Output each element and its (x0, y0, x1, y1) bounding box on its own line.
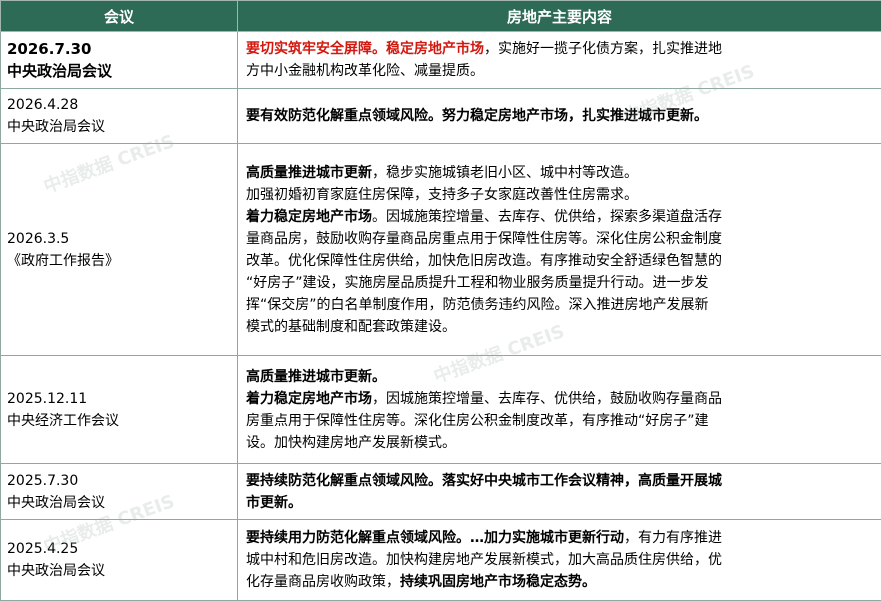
content-text: ，有力有序推进 (624, 530, 722, 546)
content-text: 化存量商品房收购政策， (246, 574, 400, 590)
meeting-name: 中央政治局会议 (7, 116, 231, 138)
meeting-date: 2025.4.25 (7, 538, 231, 560)
meeting-name: 中央经济工作会议 (7, 410, 231, 432)
content-line: 市更新。 (246, 492, 875, 514)
content-cell: 高质量推进城市更新。着力稳定房地产市场，因城施策控增量、去库存、优供给，鼓励收购… (238, 356, 881, 464)
content-text: 着力稳定房地产市场 (246, 391, 372, 407)
content-line: 高质量推进城市更新。 (246, 366, 875, 388)
content-line: 要持续防范化解重点领域风险。落实好中央城市工作会议精神，高质量开展城 (246, 470, 875, 492)
content-line: 设。加快构建房地产发展新模式。 (246, 432, 875, 454)
content-line: “好房子”建设，实施房屋品质提升工程和物业服务质量提升行动。进一步发 (246, 272, 875, 294)
content-text: 要切实筑牢安全屏障。稳定房地产市场 (246, 41, 484, 57)
content-line: 量商品房，鼓励收购存量商品房重点用于保障性住房等。深化住房公积金制度 (246, 228, 875, 250)
table-row: 2026.3.5 《政府工作报告》 高质量推进城市更新，稳步实施城镇老旧小区、城… (1, 144, 881, 356)
content-text: 加强初婚初育家庭住房保障，支持多子女家庭改善性住房需求。 (246, 187, 638, 203)
meeting-date: 2025.7.30 (7, 470, 231, 492)
content-text: 高质量推进城市更新 (246, 165, 372, 181)
content-text: 房重点用于保障性住房等。深化住房公积金制度改革，有序推动“好房子”建 (246, 413, 709, 429)
meeting-cell: 2025.7.30 中央政治局会议 (1, 464, 238, 520)
content-text: ，因城施策控增量、去库存、优供给，鼓励收购存量商品 (372, 391, 722, 407)
content-line: 要切实筑牢安全屏障。稳定房地产市场，实施好一揽子化债方案，扎实推进地 (246, 38, 875, 60)
content-text: 量商品房，鼓励收购存量商品房重点用于保障性住房等。深化住房公积金制度 (246, 231, 722, 247)
meeting-cell: 2025.12.11 中央经济工作会议 (1, 356, 238, 464)
content-line: 要持续用力防范化解重点领域风险。…加力实施城市更新行动，有力有序推进 (246, 527, 875, 549)
content-text: 市更新。 (246, 495, 302, 511)
meeting-cell: 2026.3.5 《政府工作报告》 (1, 144, 238, 356)
content-text: 挥“保交房”的白名单制度作用，防范债务违约风险。深入推进房地产发展新 (246, 297, 709, 313)
content-cell: 要持续用力防范化解重点领域风险。…加力实施城市更新行动，有力有序推进城中村和危旧… (238, 520, 881, 601)
meeting-date: 2026.3.5 (7, 228, 231, 250)
meeting-cell: 2026.7.30 中央政治局会议 (1, 32, 238, 89)
header-meeting: 会议 (1, 1, 238, 32)
meeting-date: 2026.7.30 (7, 38, 231, 60)
content-text: 要持续防范化解重点领域风险。落实好中央城市工作会议精神，高质量开展城 (246, 473, 722, 489)
content-text: “好房子”建设，实施房屋品质提升工程和物业服务质量提升行动。进一步发 (246, 275, 709, 291)
content-line: 城中村和危旧房改造。加快构建房地产发展新模式，加大高品质住房供给，优 (246, 549, 875, 571)
header-content: 房地产主要内容 (238, 1, 881, 32)
content-text: 高质量推进城市更新。 (246, 369, 386, 385)
content-cell: 要有效防范化解重点领域风险。努力稳定房地产市场，扎实推进城市更新。 (238, 89, 881, 144)
content-text: 持续巩固房地产市场稳定态势。 (400, 574, 596, 590)
content-line: 着力稳定房地产市场。因城施策控增量、去库存、优供给，探索多渠道盘活存 (246, 206, 875, 228)
meeting-name: 中央政治局会议 (7, 560, 231, 582)
content-text: 改革。优化保障性住房供给，加快危旧房改造。有序推动安全舒适绿色智慧的 (246, 253, 722, 269)
content-line: 加强初婚初育家庭住房保障，支持多子女家庭改善性住房需求。 (246, 184, 875, 206)
policy-table: 会议 房地产主要内容 2026.7.30 中央政治局会议 要切实筑牢安全屏障。稳… (0, 0, 881, 601)
content-line: 着力稳定房地产市场，因城施策控增量、去库存、优供给，鼓励收购存量商品 (246, 388, 875, 410)
content-cell: 要切实筑牢安全屏障。稳定房地产市场，实施好一揽子化债方案，扎实推进地方中小金融机… (238, 32, 881, 89)
table-row: 2025.7.30 中央政治局会议 要持续防范化解重点领域风险。落实好中央城市工… (1, 464, 881, 520)
content-line: 挥“保交房”的白名单制度作用，防范债务违约风险。深入推进房地产发展新 (246, 294, 875, 316)
table-row: 2025.4.25 中央政治局会议 要持续用力防范化解重点领域风险。…加力实施城… (1, 520, 881, 601)
meeting-date: 2025.12.11 (7, 388, 231, 410)
meeting-name: 中央政治局会议 (7, 60, 231, 82)
content-text: 城中村和危旧房改造。加快构建房地产发展新模式，加大高品质住房供给，优 (246, 552, 722, 568)
meeting-cell: 2026.4.28 中央政治局会议 (1, 89, 238, 144)
content-text: 要有效防范化解重点领域风险。努力稳定房地产市场，扎实推进城市更新。 (246, 108, 708, 124)
content-text: ，实施好一揽子化债方案，扎实推进地 (484, 41, 722, 57)
content-cell: 要持续防范化解重点领域风险。落实好中央城市工作会议精神，高质量开展城市更新。 (238, 464, 881, 520)
content-line: 模式的基础制度和配套政策建设。 (246, 316, 875, 338)
content-line: 要有效防范化解重点领域风险。努力稳定房地产市场，扎实推进城市更新。 (246, 105, 875, 127)
table-header-row: 会议 房地产主要内容 (1, 1, 881, 32)
content-text: 要持续用力防范化解重点领域风险。…加力实施城市更新行动 (246, 530, 624, 546)
content-line: 化存量商品房收购政策，持续巩固房地产市场稳定态势。 (246, 571, 875, 593)
meeting-cell: 2025.4.25 中央政治局会议 (1, 520, 238, 601)
meeting-date: 2026.4.28 (7, 94, 231, 116)
content-line: 方中小金融机构改革化险、减量提质。 (246, 60, 875, 82)
meeting-name: 《政府工作报告》 (7, 250, 231, 272)
content-text: 着力稳定房地产市场 (246, 209, 372, 225)
content-line: 改革。优化保障性住房供给，加快危旧房改造。有序推动安全舒适绿色智慧的 (246, 250, 875, 272)
content-text: 方中小金融机构改革化险、减量提质。 (246, 63, 484, 79)
meeting-name: 中央政治局会议 (7, 492, 231, 514)
content-line: 房重点用于保障性住房等。深化住房公积金制度改革，有序推动“好房子”建 (246, 410, 875, 432)
table-row: 2026.4.28 中央政治局会议 要有效防范化解重点领域风险。努力稳定房地产市… (1, 89, 881, 144)
content-line: 高质量推进城市更新，稳步实施城镇老旧小区、城中村等改造。 (246, 162, 875, 184)
table-row: 2026.7.30 中央政治局会议 要切实筑牢安全屏障。稳定房地产市场，实施好一… (1, 32, 881, 89)
content-text: 设。加快构建房地产发展新模式。 (246, 435, 456, 451)
content-text: 模式的基础制度和配套政策建设。 (246, 319, 456, 335)
content-text: 。因城施策控增量、去库存、优供给，探索多渠道盘活存 (372, 209, 722, 225)
content-text: ，稳步实施城镇老旧小区、城中村等改造。 (372, 165, 638, 181)
table-row: 2025.12.11 中央经济工作会议 高质量推进城市更新。着力稳定房地产市场，… (1, 356, 881, 464)
content-cell: 高质量推进城市更新，稳步实施城镇老旧小区、城中村等改造。加强初婚初育家庭住房保障… (238, 144, 881, 356)
